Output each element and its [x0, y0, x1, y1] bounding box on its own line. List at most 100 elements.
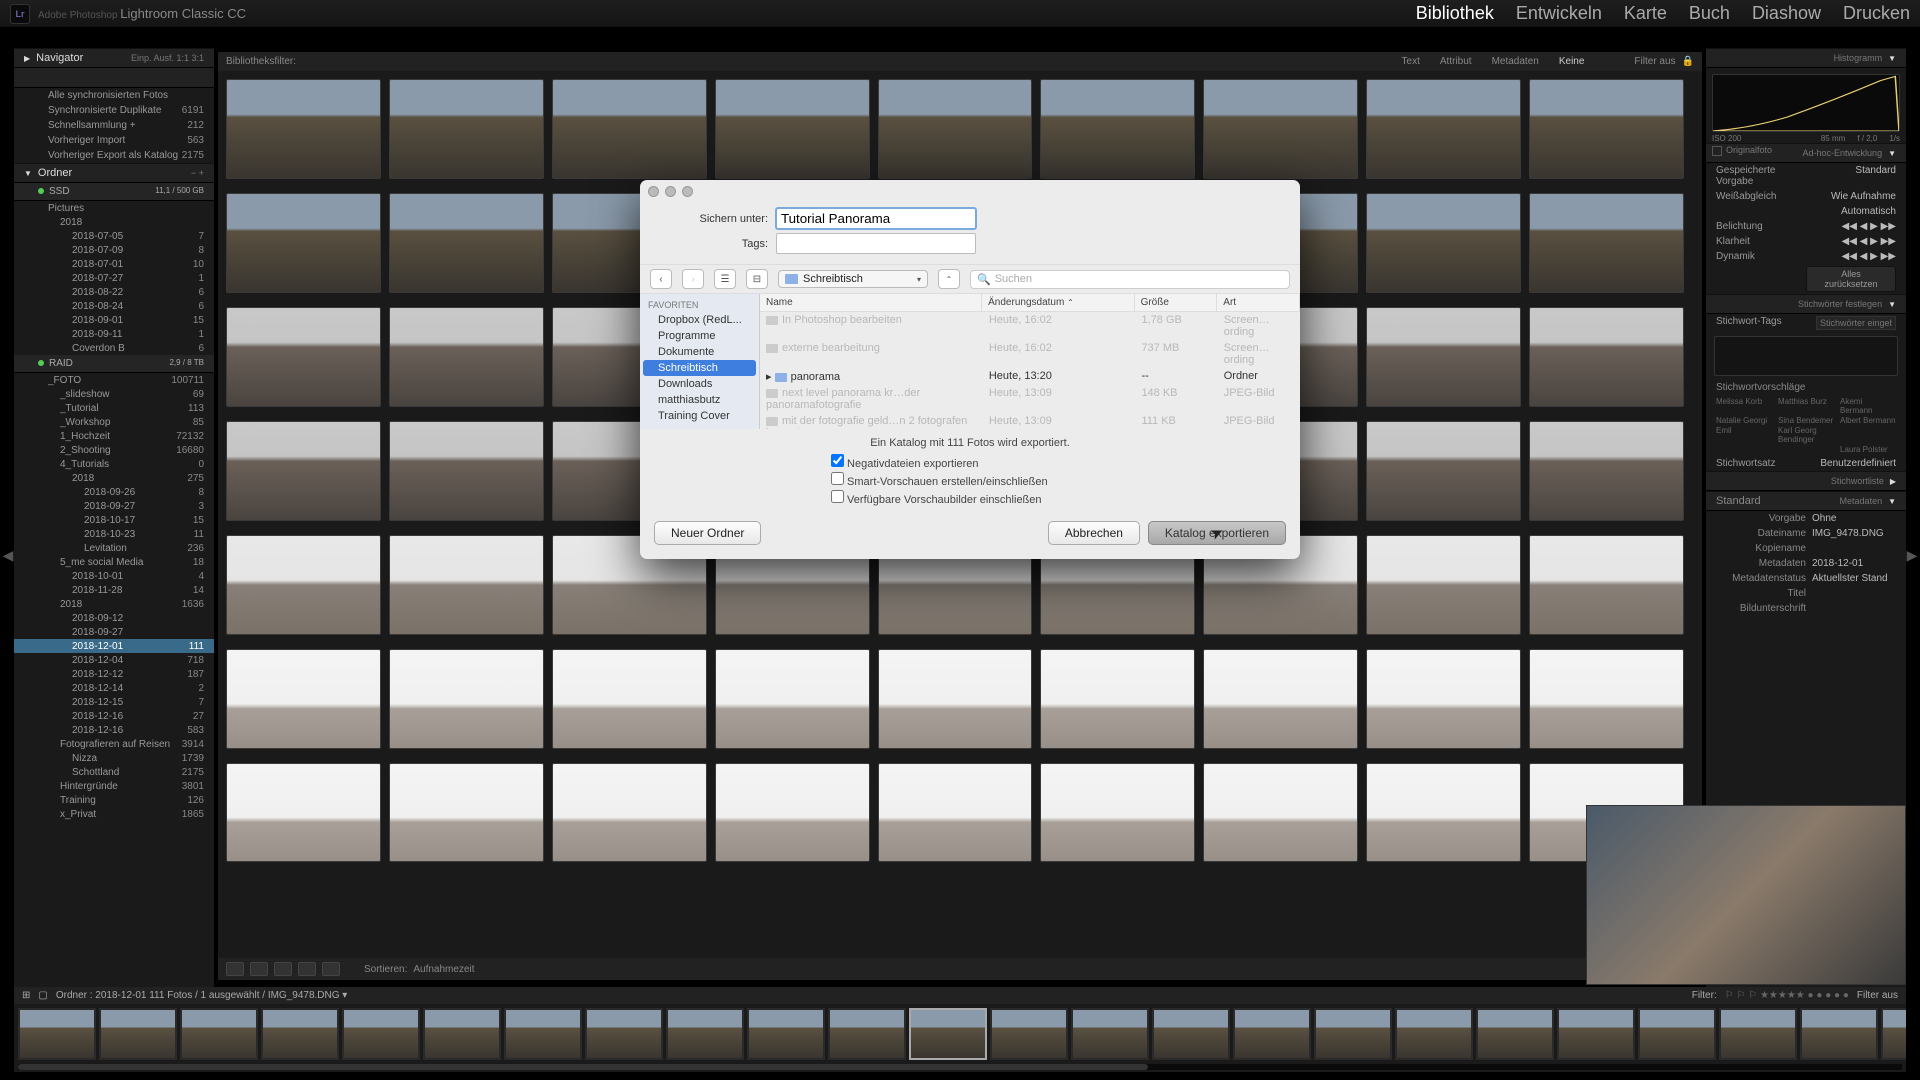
- survey-view-icon[interactable]: [298, 962, 316, 976]
- filter-lock-icon[interactable]: 🔒: [1682, 56, 1694, 67]
- thumbnail[interactable]: [552, 763, 707, 863]
- export-option-checkbox[interactable]: Verfügbare Vorschaubilder einschließen: [831, 489, 1284, 507]
- collapse-icon[interactable]: ⌃: [938, 269, 960, 289]
- histogram-header[interactable]: Histogramm▼: [1706, 48, 1906, 68]
- filmstrip-thumbnail[interactable]: [990, 1008, 1068, 1060]
- thumbnail[interactable]: [715, 649, 870, 749]
- catalog-item[interactable]: Vorheriger Import563: [14, 133, 214, 148]
- folder-row[interactable]: 2018-12-16583: [14, 723, 214, 737]
- thumbnail[interactable]: [226, 421, 381, 521]
- file-row[interactable]: ▸ panoramaHeute, 13:20--Ordner: [760, 368, 1300, 385]
- folder-row[interactable]: 2018-07-0110: [14, 257, 214, 271]
- folder-row[interactable]: 2018-09-27: [14, 625, 214, 639]
- filmstrip-thumbnail[interactable]: [504, 1008, 582, 1060]
- grid-view-icon[interactable]: [226, 962, 244, 976]
- export-option-checkbox[interactable]: Smart-Vorschauen erstellen/einschließen: [831, 471, 1284, 489]
- collapse-left-icon[interactable]: ◀: [2, 540, 14, 570]
- collapse-right-icon[interactable]: ▶: [1906, 540, 1918, 570]
- thumbnail[interactable]: [1366, 193, 1521, 293]
- filmstrip-thumbnail[interactable]: [1800, 1008, 1878, 1060]
- folder-row[interactable]: 2018-09-0115: [14, 313, 214, 327]
- finder-sidebar-item[interactable]: Programme: [640, 328, 759, 344]
- folder-row[interactable]: _slideshow69: [14, 387, 214, 401]
- folder-row[interactable]: 2018-10-2311: [14, 527, 214, 541]
- folder-row[interactable]: 4_Tutorials0: [14, 457, 214, 471]
- filmstrip-thumbnail[interactable]: [909, 1008, 987, 1060]
- thumbnail[interactable]: [1366, 79, 1521, 179]
- folder-row[interactable]: 2018-09-273: [14, 499, 214, 513]
- metadata-row[interactable]: DateinameIMG_9478.DNG: [1706, 526, 1906, 541]
- filmstrip-thumbnail[interactable]: [423, 1008, 501, 1060]
- filmstrip-flags[interactable]: ⚐ ⚐ ⚐ ★★★★★ ● ● ● ● ●: [1717, 990, 1857, 1001]
- folder-row[interactable]: 2018-08-246: [14, 299, 214, 313]
- folder-row[interactable]: 2018-12-1627: [14, 709, 214, 723]
- location-dropdown[interactable]: Schreibtisch: [778, 270, 928, 288]
- thumbnail[interactable]: [1040, 79, 1195, 179]
- nav-back-icon[interactable]: ‹: [650, 269, 672, 289]
- group-icon[interactable]: ⊟: [746, 269, 768, 289]
- filmstrip-path[interactable]: Ordner : 2018-12-01 111 Fotos / 1 ausgew…: [56, 990, 347, 1001]
- thumbnail[interactable]: [1203, 79, 1358, 179]
- filmstrip-filter-off[interactable]: Filter aus: [1857, 990, 1898, 1001]
- filmstrip-thumbnail[interactable]: [1152, 1008, 1230, 1060]
- catalog-item[interactable]: Synchronisierte Duplikate6191: [14, 103, 214, 118]
- filmstrip-thumbnail[interactable]: [1476, 1008, 1554, 1060]
- volume-header[interactable]: RAID2,9 / 8 TB: [14, 355, 214, 373]
- folder-row[interactable]: 2018-12-157: [14, 695, 214, 709]
- filmstrip-thumbnail[interactable]: [1071, 1008, 1149, 1060]
- filmstrip-thumbnail[interactable]: [585, 1008, 663, 1060]
- folder-row[interactable]: 2018-12-04718: [14, 653, 214, 667]
- people-view-icon[interactable]: [322, 962, 340, 976]
- keyword-box[interactable]: [1714, 336, 1898, 376]
- nav-fwd-icon[interactable]: ›: [682, 269, 704, 289]
- folder-row[interactable]: 2018-12-12187: [14, 667, 214, 681]
- module-bibliothek[interactable]: Bibliothek: [1416, 3, 1494, 24]
- thumbnail[interactable]: [389, 763, 544, 863]
- thumbnail[interactable]: [1529, 307, 1684, 407]
- loupe-view-icon[interactable]: [250, 962, 268, 976]
- volume-header[interactable]: SSD11,1 / 500 GB: [14, 183, 214, 201]
- keyword-suggestion[interactable]: Akemi Bermann: [1840, 397, 1896, 415]
- filmstrip-thumbnail[interactable]: [747, 1008, 825, 1060]
- filmstrip-thumbnail[interactable]: [99, 1008, 177, 1060]
- module-entwickeln[interactable]: Entwickeln: [1516, 3, 1602, 24]
- thumbnail[interactable]: [1529, 421, 1684, 521]
- folder-row[interactable]: 2018: [14, 215, 214, 229]
- module-diashow[interactable]: Diashow: [1752, 3, 1821, 24]
- grid-mode-icon[interactable]: ⊞: [22, 990, 38, 1001]
- folder-row[interactable]: Training126: [14, 793, 214, 807]
- traffic-close-icon[interactable]: [648, 186, 659, 197]
- thumbnail[interactable]: [226, 193, 381, 293]
- navigator-header[interactable]: ▶Navigator Einp. Ausf. 1:1 3:1: [14, 48, 214, 68]
- finder-sidebar-item[interactable]: Schreibtisch: [643, 360, 756, 376]
- module-buch[interactable]: Buch: [1689, 3, 1730, 24]
- metadata-header[interactable]: StandardMetadaten▼: [1706, 491, 1906, 511]
- thumbnail[interactable]: [1203, 649, 1358, 749]
- thumbnail[interactable]: [1529, 535, 1684, 635]
- tags-input[interactable]: [776, 233, 976, 254]
- new-folder-button[interactable]: Neuer Ordner: [654, 521, 761, 545]
- traffic-min-icon[interactable]: [665, 186, 676, 197]
- thumbnail[interactable]: [715, 763, 870, 863]
- folder-row[interactable]: 20181636: [14, 597, 214, 611]
- secondary-display-icon[interactable]: ▢: [38, 990, 55, 1001]
- folder-row[interactable]: 1_Hochzeit72132: [14, 429, 214, 443]
- filmstrip-thumbnail[interactable]: [1881, 1008, 1906, 1060]
- folder-row[interactable]: Schottland2175: [14, 765, 214, 779]
- metadata-row[interactable]: Titel: [1706, 586, 1906, 601]
- filmstrip-thumbnail[interactable]: [1395, 1008, 1473, 1060]
- filter-tab-attribut[interactable]: Attribut: [1430, 56, 1482, 67]
- thumbnail[interactable]: [878, 763, 1033, 863]
- folder-row[interactable]: 2018-10-1715: [14, 513, 214, 527]
- filmstrip-thumbnail[interactable]: [828, 1008, 906, 1060]
- thumbnail[interactable]: [226, 649, 381, 749]
- keyword-suggestion[interactable]: Emil: [1716, 426, 1772, 444]
- folder-row[interactable]: 2018-09-268: [14, 485, 214, 499]
- thumbnail[interactable]: [552, 649, 707, 749]
- filmstrip-thumbnail[interactable]: [261, 1008, 339, 1060]
- traffic-zoom-icon[interactable]: [682, 186, 693, 197]
- thumbnail[interactable]: [1366, 307, 1521, 407]
- filmstrip-thumbnail[interactable]: [1314, 1008, 1392, 1060]
- thumbnail[interactable]: [226, 79, 381, 179]
- keyword-suggestion[interactable]: Laura Polster: [1840, 445, 1896, 454]
